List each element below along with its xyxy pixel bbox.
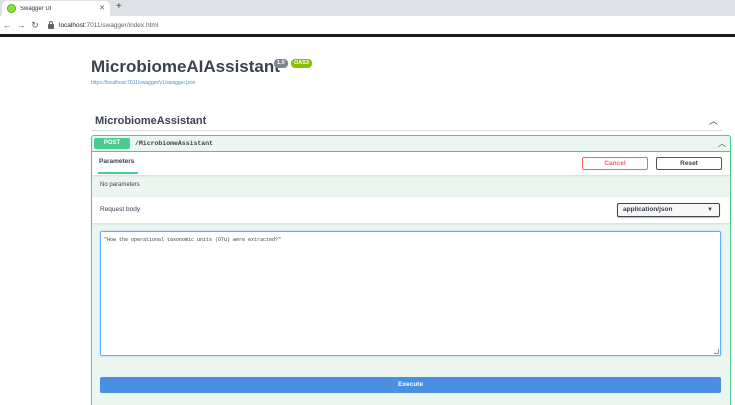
request-body-header: Request body application/json ▼: [92, 197, 730, 223]
browser-divider: [0, 34, 735, 37]
tab-title: Swagger UI: [20, 5, 52, 12]
cancel-button[interactable]: Cancel: [582, 157, 648, 170]
lock-icon: [48, 20, 54, 29]
browser-tabstrip: Swagger UI ✕ +: [0, 0, 735, 16]
url-host: localhost: [59, 21, 85, 29]
api-title: MicrobiomeAIAssistant: [91, 57, 280, 76]
request-body-textarea[interactable]: "How the operational taxonomic units (OT…: [100, 231, 721, 356]
operation-path: /MicrobiomeAssistant: [135, 140, 214, 147]
version-badge: 1.0: [274, 59, 288, 68]
oas-badge: OAS3: [291, 59, 312, 68]
resize-grip-icon[interactable]: [714, 349, 719, 354]
reload-icon[interactable]: ↻: [28, 16, 42, 34]
method-badge: POST: [94, 138, 130, 149]
swagger-favicon-icon: [7, 4, 16, 13]
browser-toolbar: ← → ↻ localhost:7011/swagger/index.html: [0, 16, 735, 34]
reset-button[interactable]: Reset: [656, 157, 722, 170]
content-type-select[interactable]: application/json ▼: [617, 203, 720, 217]
url-path: :7011/swagger/index.html: [84, 21, 159, 29]
parameters-header: Parameters Cancel Reset: [92, 152, 730, 175]
chevron-up-icon[interactable]: ︿: [709, 114, 718, 127]
chevron-down-icon: ▼: [707, 207, 713, 213]
request-body-value: "How the operational taxonomic units (OT…: [104, 237, 282, 243]
tag-name: MicrobiomeAssistant: [95, 114, 207, 127]
execute-button[interactable]: Execute: [100, 377, 721, 393]
content-type-value: application/json: [623, 206, 673, 213]
forward-arrow-icon[interactable]: →: [14, 16, 28, 34]
spec-link[interactable]: https://localhost:7011/swagger/v1/swagge…: [91, 80, 195, 86]
no-parameters-text: No parameters: [100, 182, 140, 188]
tag-header[interactable]: MicrobiomeAssistant ︿: [91, 111, 722, 131]
address-bar[interactable]: localhost:7011/swagger/index.html: [48, 19, 731, 32]
back-arrow-icon[interactable]: ←: [0, 16, 14, 34]
operation-block: POST /MicrobiomeAssistant ︿ Parameters C…: [91, 135, 731, 405]
tab-parameters[interactable]: Parameters: [99, 158, 134, 165]
tab-underline: [98, 172, 138, 174]
request-body-label: Request body: [100, 206, 141, 213]
new-tab-button[interactable]: +: [116, 1, 122, 13]
collapse-chevron-icon[interactable]: ︿: [718, 138, 726, 149]
operation-summary[interactable]: POST /MicrobiomeAssistant ︿: [92, 136, 730, 152]
close-tab-icon[interactable]: ✕: [99, 5, 105, 12]
browser-tab[interactable]: Swagger UI ✕: [2, 1, 110, 16]
